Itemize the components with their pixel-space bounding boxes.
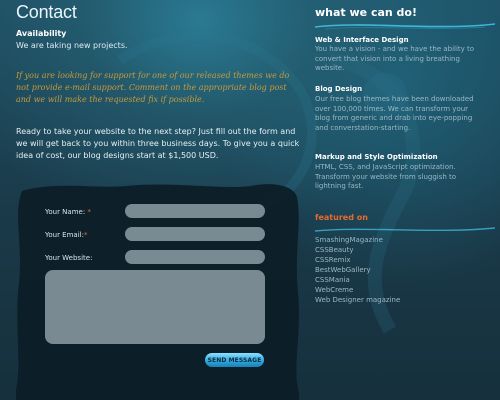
- featured-link[interactable]: CSSRemix: [315, 255, 400, 265]
- website-field-label: Your Website:: [45, 254, 93, 262]
- availability-text: We are taking new projects.: [16, 41, 128, 50]
- service-title: Markup and Style Optimization: [315, 153, 438, 161]
- required-mark: *: [83, 231, 88, 239]
- name-field-label: Your Name: *: [45, 208, 91, 216]
- services-heading: what we can do!: [315, 6, 418, 19]
- featured-list: SmashingMagazine CSSBeauty CSSRemix Best…: [315, 235, 400, 305]
- service-description: You have a vision - and we have the abil…: [315, 45, 475, 72]
- website-input[interactable]: [125, 250, 265, 264]
- service-title: Blog Design: [315, 85, 363, 93]
- support-note: If you are looking for support for one o…: [16, 71, 290, 104]
- service-description: HTML, CSS, and JavaScript optimization. …: [315, 163, 457, 190]
- send-message-button[interactable]: SEND MESSAGE: [205, 353, 264, 367]
- page-title: Contact: [16, 2, 77, 22]
- featured-swoosh-decoration: [315, 227, 495, 232]
- name-input[interactable]: [125, 204, 265, 218]
- featured-link[interactable]: CSSBeauty: [315, 245, 400, 255]
- email-input[interactable]: [125, 227, 265, 241]
- intro-text: Ready to take your website to the next s…: [16, 127, 300, 160]
- service-description: Our free blog themes have been downloade…: [315, 95, 474, 132]
- heading-swoosh-decoration: [315, 23, 495, 30]
- featured-link[interactable]: CSSMania: [315, 275, 400, 285]
- availability-heading: Availability: [16, 29, 67, 38]
- featured-link[interactable]: WebCreme: [315, 285, 400, 295]
- service-title: Web & Interface Design: [315, 36, 409, 44]
- featured-link[interactable]: BestWebGallery: [315, 265, 400, 275]
- featured-link[interactable]: Web Designer magazine: [315, 295, 400, 305]
- email-field-label: Your Email:*: [45, 231, 88, 239]
- featured-heading: featured on: [315, 213, 368, 222]
- message-textarea[interactable]: [45, 270, 265, 344]
- featured-link[interactable]: SmashingMagazine: [315, 235, 400, 245]
- required-mark: *: [87, 208, 91, 216]
